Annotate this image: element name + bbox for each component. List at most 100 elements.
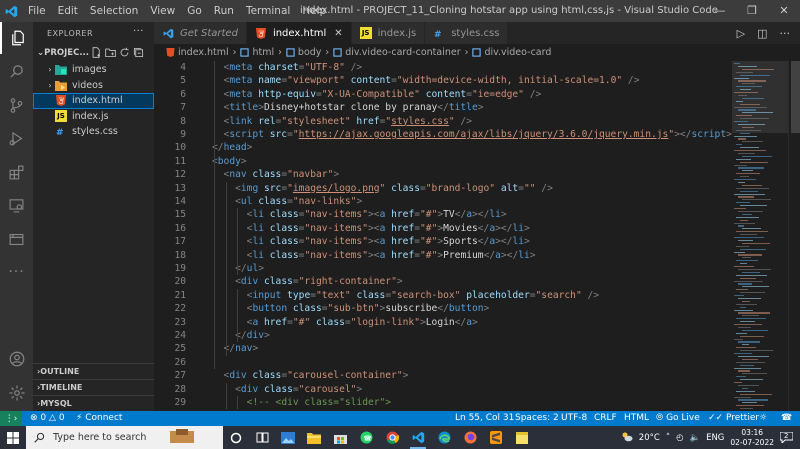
tab-index-html[interactable]: index.html ✕	[246, 22, 352, 44]
code-line[interactable]: 7 <title>Disney+hotstar clone by pranay</…	[154, 101, 732, 114]
mysql-section[interactable]: › MYSQL	[33, 395, 154, 411]
collapse-all-icon[interactable]	[133, 47, 144, 58]
code-line[interactable]: 9 <script src="https://ajax.googleapis.co…	[154, 128, 732, 141]
code-line[interactable]: 21 <input type="text" class="search-box" …	[154, 289, 732, 302]
code-line[interactable]: 23 <a href="#" class="login-link">Login</…	[154, 316, 732, 329]
task-view-icon[interactable]	[249, 426, 275, 449]
code-line[interactable]: 17 <li class="nav-items"><a href="#">Spor…	[154, 235, 732, 248]
edge-icon[interactable]	[431, 426, 457, 449]
refresh-icon[interactable]	[119, 47, 130, 58]
project-root[interactable]: ⌄ PROJEC...	[33, 44, 154, 62]
code-line[interactable]: 15 <li class="nav-items"><a href="#">TV</…	[154, 208, 732, 221]
extensions-icon[interactable]	[0, 156, 33, 188]
restore-icon[interactable]: ❐	[736, 0, 768, 22]
code-line[interactable]: 16 <li class="nav-items"><a href="#">Movi…	[154, 222, 732, 235]
tree-item-index-html[interactable]: index.html	[33, 93, 154, 109]
search-icon[interactable]	[0, 55, 33, 87]
vscode-taskbar-icon[interactable]	[405, 426, 431, 449]
run-debug-icon[interactable]	[0, 122, 33, 154]
indentation[interactable]: Spaces: 2	[515, 411, 559, 426]
split-editor-icon[interactable]: ◫	[757, 27, 767, 40]
code-line[interactable]: 27 <div class="carousel-container">	[154, 369, 732, 382]
source-control-icon[interactable]	[0, 89, 33, 121]
outline-section[interactable]: › OUTLINE	[33, 363, 154, 379]
windows-start-icon[interactable]	[0, 426, 26, 449]
code-line[interactable]: 22 <button class="sub-btn">subscribe</but…	[154, 302, 732, 315]
tree-item-videos[interactable]: › videos	[33, 78, 154, 94]
menu-selection[interactable]: Selection	[84, 0, 144, 22]
code-line[interactable]: 11 <body>	[154, 155, 732, 168]
chevron-up-icon[interactable]: ˄	[666, 433, 670, 443]
code-line[interactable]: 13 <img src="images/logo.png" class="bran…	[154, 182, 732, 195]
new-folder-icon[interactable]	[105, 47, 116, 58]
connect-button[interactable]: ⚡ Connect	[76, 411, 122, 426]
remote-indicator-icon[interactable]: ⋮›	[0, 411, 22, 426]
sublime-icon[interactable]	[483, 426, 509, 449]
problems-indicator[interactable]: ⊗ 0 △ 0	[30, 411, 65, 426]
feedback-icon[interactable]: ☼	[759, 411, 767, 426]
new-file-icon[interactable]	[91, 47, 102, 58]
breadcrumb-item[interactable]: div.video-card	[484, 47, 551, 58]
go-live-button[interactable]: ⦾ Go Live	[656, 411, 700, 426]
volume-icon[interactable]: 🔈	[689, 433, 700, 443]
weather-icon[interactable]	[621, 431, 633, 445]
breadcrumb-item[interactable]: html	[252, 47, 274, 58]
code-line[interactable]: 19 </ul>	[154, 262, 732, 275]
breadcrumb-item[interactable]: div.video-card-container	[345, 47, 460, 58]
prettier-status[interactable]: ✓✓ Prettier	[708, 411, 759, 426]
photos-app-icon[interactable]	[275, 426, 301, 449]
store-icon[interactable]	[327, 426, 353, 449]
code-line[interactable]: 4 <meta charset="UTF-8" />	[154, 61, 732, 74]
vertical-scrollbar[interactable]	[788, 61, 800, 411]
menu-edit[interactable]: Edit	[52, 0, 84, 22]
cursor-position[interactable]: Ln 55, Col 31	[455, 411, 514, 426]
weather-temp[interactable]: 20°C	[639, 433, 660, 443]
run-icon[interactable]: ▷	[737, 27, 745, 40]
close-tab-icon[interactable]: ✕	[334, 28, 342, 39]
minimap[interactable]	[732, 61, 788, 411]
account-icon[interactable]	[0, 343, 33, 375]
tree-item-images[interactable]: › images	[33, 62, 154, 78]
menu-go[interactable]: Go	[181, 0, 208, 22]
breadcrumb-item[interactable]: index.html	[178, 47, 229, 58]
code-line[interactable]: 25 </nav>	[154, 342, 732, 355]
notifications-bell-icon[interactable]: ☎	[781, 411, 792, 426]
more-icon[interactable]: ···	[0, 256, 33, 288]
tab-styles-css[interactable]: # styles.css	[425, 22, 509, 44]
menu-terminal[interactable]: Terminal	[240, 0, 296, 22]
code-line[interactable]: 28 <div class="carousel">	[154, 383, 732, 396]
code-line[interactable]: 26	[154, 356, 732, 369]
file-explorer-icon[interactable]	[301, 426, 327, 449]
scrollbar-thumb[interactable]	[791, 61, 800, 133]
code-line[interactable]: 29 <!-- <div class="slider">	[154, 396, 732, 409]
code-editor[interactable]: 4 <meta charset="UTF-8" /> 5 <meta name="vi…	[154, 61, 732, 411]
menu-run[interactable]: Run	[208, 0, 240, 22]
database-icon[interactable]	[0, 223, 33, 255]
firefox-icon[interactable]	[457, 426, 483, 449]
clock[interactable]: 03:16 02-07-2022	[730, 428, 774, 448]
code-line[interactable]: 24 </div>	[154, 329, 732, 342]
tab-get-started[interactable]: Get Started	[154, 22, 247, 44]
cortana-icon[interactable]	[223, 426, 249, 449]
menu-view[interactable]: View	[144, 0, 181, 22]
code-line[interactable]: 18 <li class="nav-items"><a href="#">Prem…	[154, 249, 732, 262]
code-line[interactable]: 6 <meta http-equiv="X-UA-Compatible" cont…	[154, 88, 732, 101]
language-indicator[interactable]: ENG	[706, 433, 724, 443]
breadcrumb-item[interactable]: body	[298, 47, 322, 58]
minimize-icon[interactable]: —	[704, 0, 736, 22]
more-actions-icon[interactable]: ···	[780, 27, 791, 40]
settings-gear-icon[interactable]	[0, 377, 33, 409]
more-actions-icon[interactable]: ···	[133, 26, 144, 37]
code-line[interactable]: 10 </head>	[154, 141, 732, 154]
tree-item-index-js[interactable]: JS index.js	[33, 109, 154, 125]
tree-item-styles-css[interactable]: # styles.css	[33, 124, 154, 140]
code-line[interactable]: 20 <div class="right-container">	[154, 275, 732, 288]
timeline-section[interactable]: › TIMELINE	[33, 379, 154, 395]
remote-explorer-icon[interactable]	[0, 189, 33, 221]
chrome-icon[interactable]	[379, 426, 405, 449]
encoding[interactable]: UTF-8	[561, 411, 587, 426]
whatsapp-icon[interactable]: ☎	[353, 426, 379, 449]
menu-file[interactable]: File	[22, 0, 52, 22]
network-icon[interactable]: ◴	[676, 433, 683, 443]
close-icon[interactable]: ✕	[768, 0, 800, 22]
